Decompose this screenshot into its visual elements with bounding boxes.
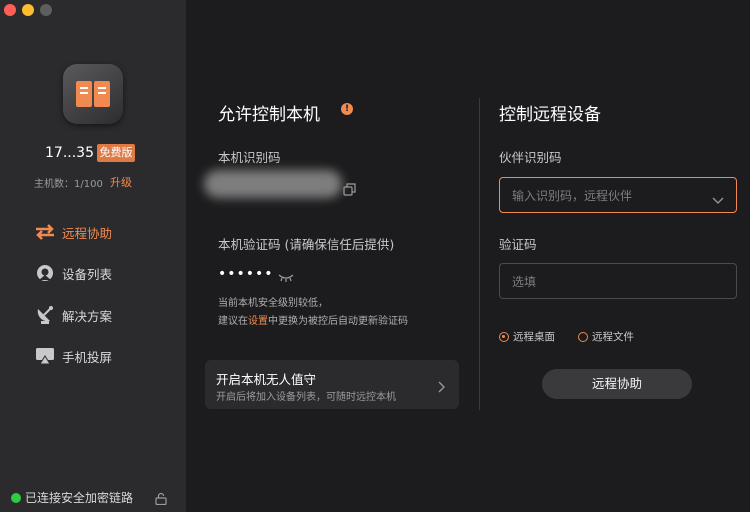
nav-label: 远程协助 (62, 225, 113, 241)
local-code-label: 本机验证码 (请确保信任后提供) (218, 237, 395, 252)
allow-control-title: 允许控制本机 (218, 105, 320, 125)
main-panel (186, 0, 750, 512)
upgrade-link[interactable]: 升级 (110, 174, 132, 190)
plan-badge: 免费版 (97, 144, 135, 162)
radio-label: 远程桌面 (513, 331, 555, 343)
remote-assist-button[interactable]: 远程协助 (542, 369, 692, 399)
radio-remote-file[interactable]: 远程文件 (578, 329, 634, 344)
chevron-right-icon (437, 378, 445, 397)
status-text: 已连接安全加密链路 (25, 491, 134, 505)
device-list-icon (34, 262, 56, 284)
unattended-subtitle: 开启后将加入设备列表，可随时远控本机 (216, 392, 396, 403)
note-text: 中更换为被控后自动更新验证码 (268, 316, 408, 327)
window-zoom-button[interactable] (40, 4, 52, 16)
swap-arrows-icon (34, 221, 56, 243)
screen-cast-icon (34, 345, 56, 367)
radio-checked-icon (499, 331, 509, 342)
lock-icon[interactable] (155, 490, 167, 509)
security-note-line1: 当前本机安全级别较低， (218, 298, 328, 309)
nav-item-remote-assist[interactable]: 远程协助 (34, 220, 112, 244)
copy-icon[interactable] (343, 181, 356, 200)
note-text: 建议在 (218, 316, 248, 327)
nav-item-device-list[interactable]: 设备列表 (34, 261, 112, 285)
chevron-down-icon[interactable] (712, 190, 724, 209)
verify-code-input[interactable] (510, 264, 714, 300)
verify-code-field[interactable] (499, 263, 737, 300)
settings-link[interactable]: 设置 (248, 316, 268, 327)
radio-unchecked-icon (578, 331, 588, 342)
partner-id-input[interactable] (510, 178, 714, 214)
warning-icon[interactable]: ! (341, 103, 353, 115)
local-code-masked: •••••• (218, 266, 274, 282)
nav-item-solutions[interactable]: 解决方案 (34, 303, 112, 327)
satellite-dish-icon (34, 304, 56, 326)
partner-id-field[interactable] (499, 177, 737, 214)
security-note-line2: 建议在设置中更换为被控后自动更新验证码 (218, 312, 408, 327)
control-remote-title: 控制远程设备 (499, 105, 601, 125)
unattended-card[interactable]: 开启本机无人值守 开启后将加入设备列表，可随时远控本机 (205, 360, 459, 409)
nav-item-screen-cast[interactable]: 手机投屏 (34, 344, 112, 368)
partner-id-label: 伙伴识别码 (499, 150, 562, 165)
window-close-button[interactable] (4, 4, 16, 16)
app-logo (63, 64, 123, 124)
host-count: 主机数：1/100 (34, 179, 103, 190)
nav-label: 手机投屏 (62, 349, 113, 365)
book-icon (76, 81, 110, 107)
section-divider (479, 98, 480, 410)
unattended-title: 开启本机无人值守 (216, 372, 317, 387)
verify-code-label: 验证码 (499, 237, 537, 252)
local-id-label: 本机识别码 (218, 150, 281, 165)
local-id-value-redacted (204, 170, 342, 198)
nav-label: 解决方案 (62, 308, 113, 324)
connection-status: 已连接安全加密链路 (11, 489, 133, 506)
sidebar: 17...35 免费版 主机数：1/100 升级 远程协助 设备列表 解决方案 … (0, 0, 186, 512)
window-minimize-button[interactable] (22, 4, 34, 16)
eye-closed-icon[interactable] (278, 268, 294, 287)
radio-label: 远程文件 (592, 331, 634, 343)
status-dot-icon (11, 492, 21, 503)
account-id: 17...35 (45, 145, 94, 161)
nav-label: 设备列表 (62, 266, 113, 282)
radio-remote-desktop[interactable]: 远程桌面 (499, 329, 555, 344)
